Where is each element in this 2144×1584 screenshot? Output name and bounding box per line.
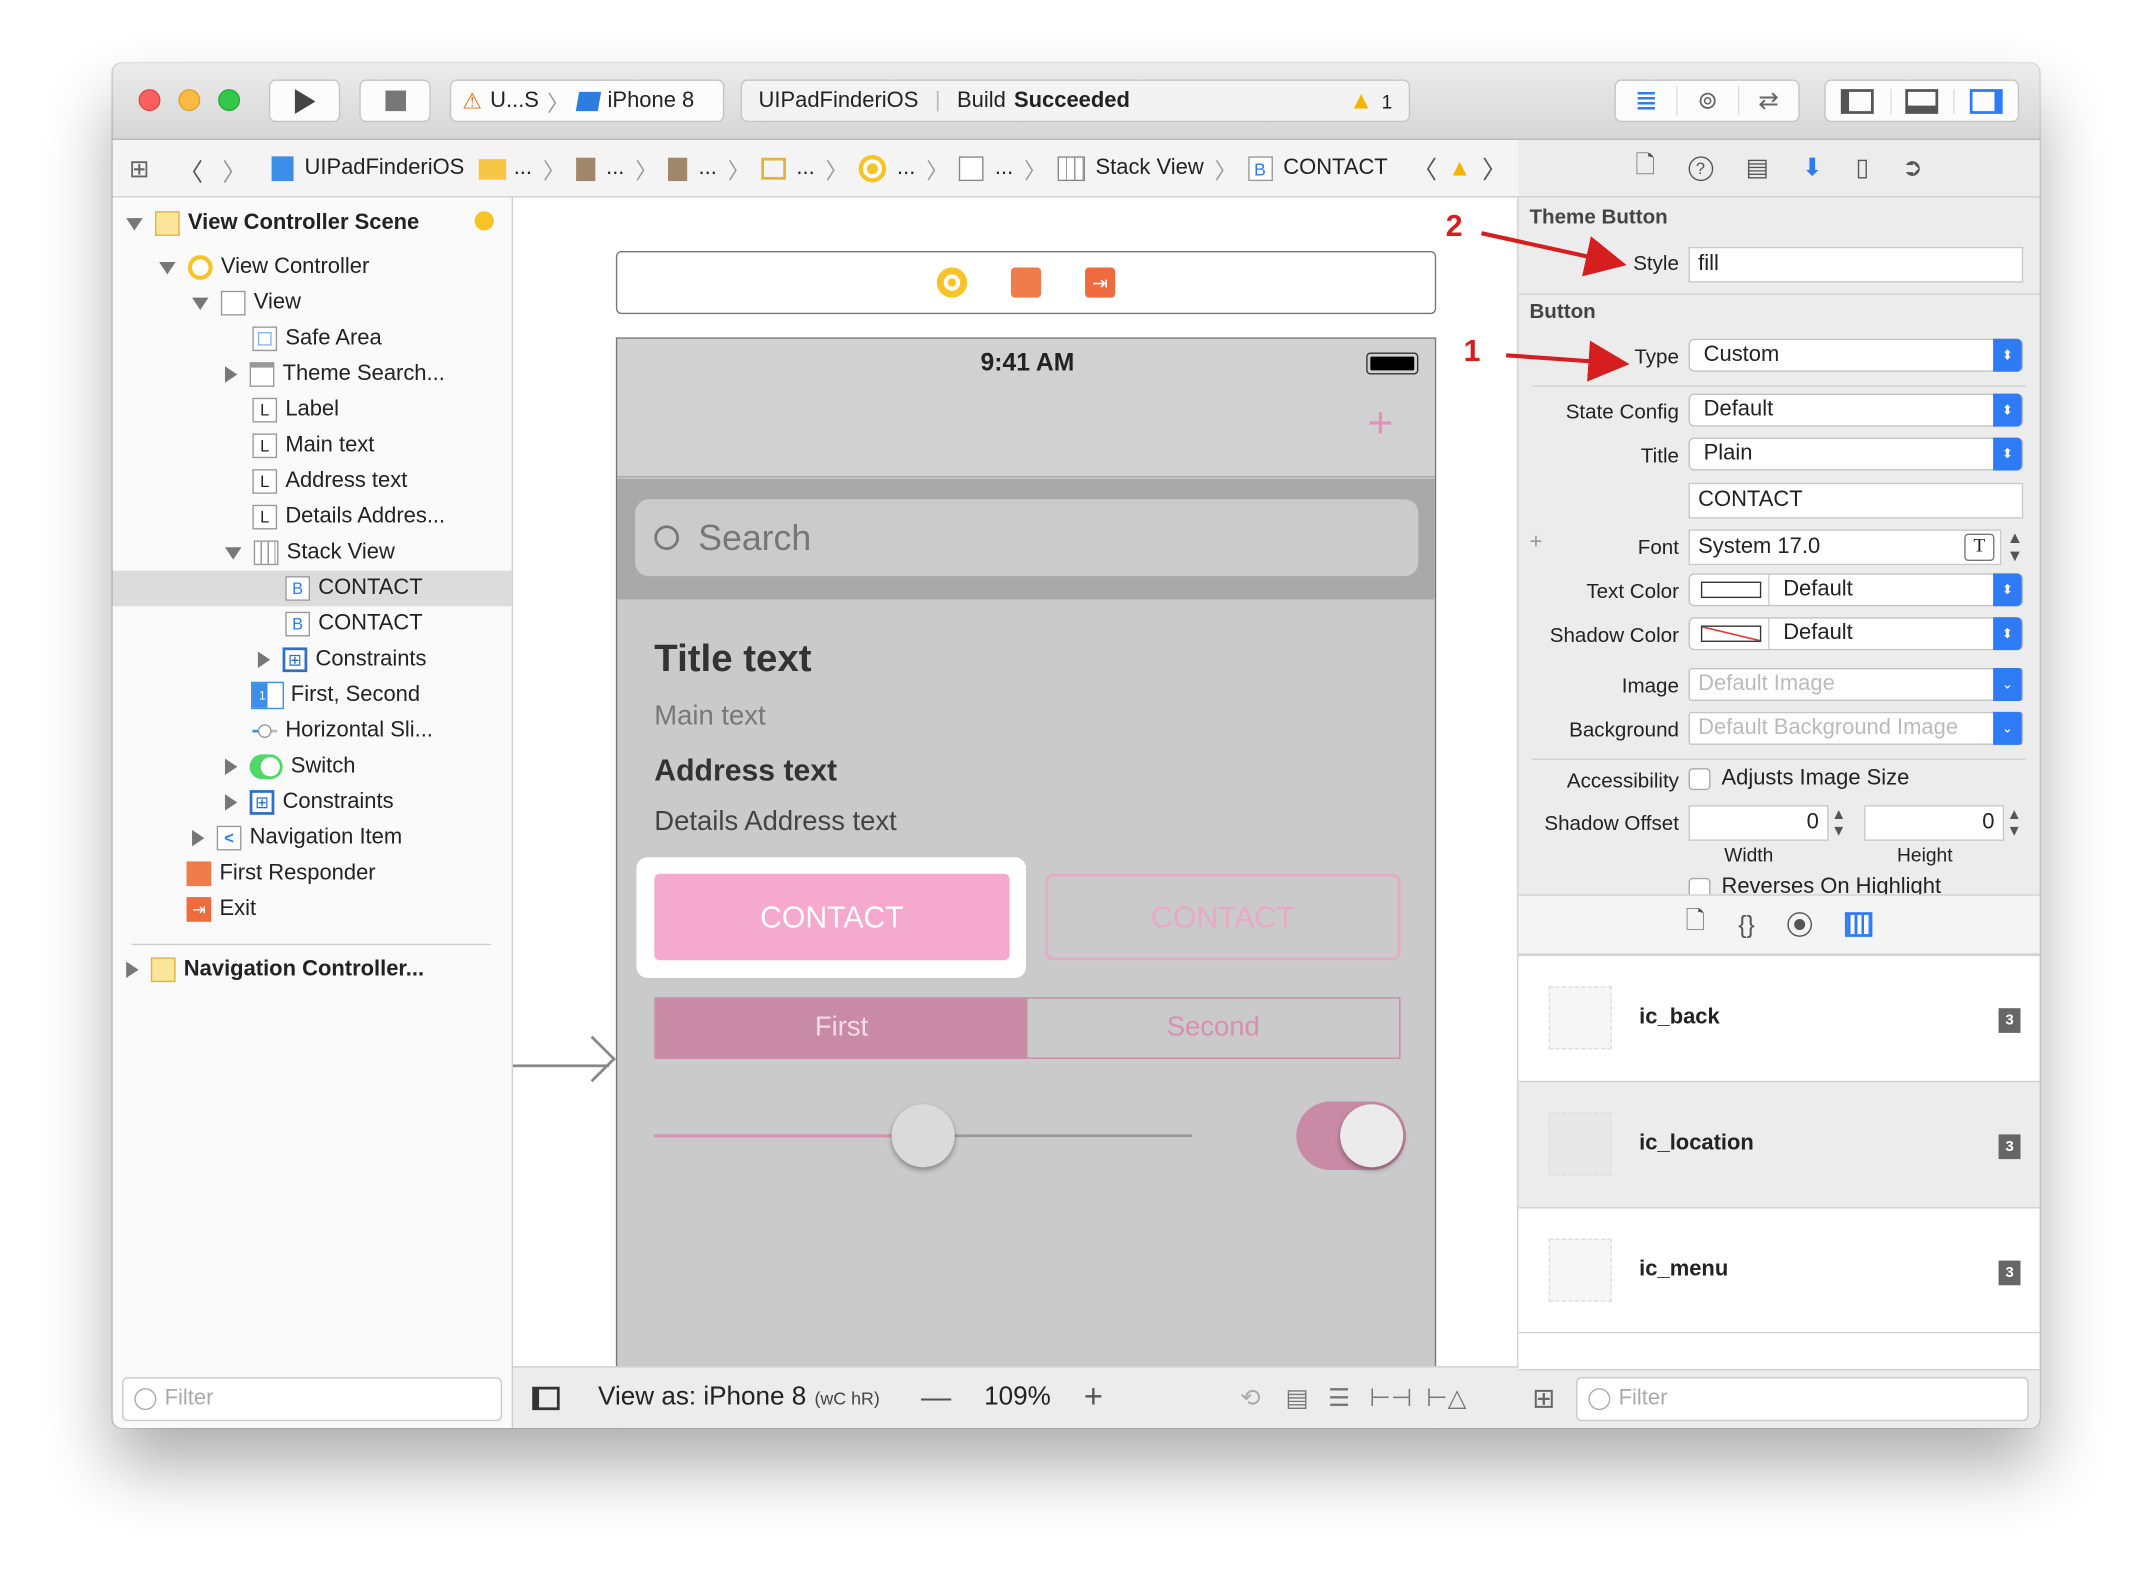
- annotation-arrow-2: [1480, 231, 1627, 277]
- annotation-label-1: 1: [1463, 333, 1481, 368]
- annotation-label-2: 2: [1445, 208, 1463, 243]
- annotation-overlay: [1480, 231, 1630, 382]
- annotation-arrow-1: [1505, 340, 1630, 382]
